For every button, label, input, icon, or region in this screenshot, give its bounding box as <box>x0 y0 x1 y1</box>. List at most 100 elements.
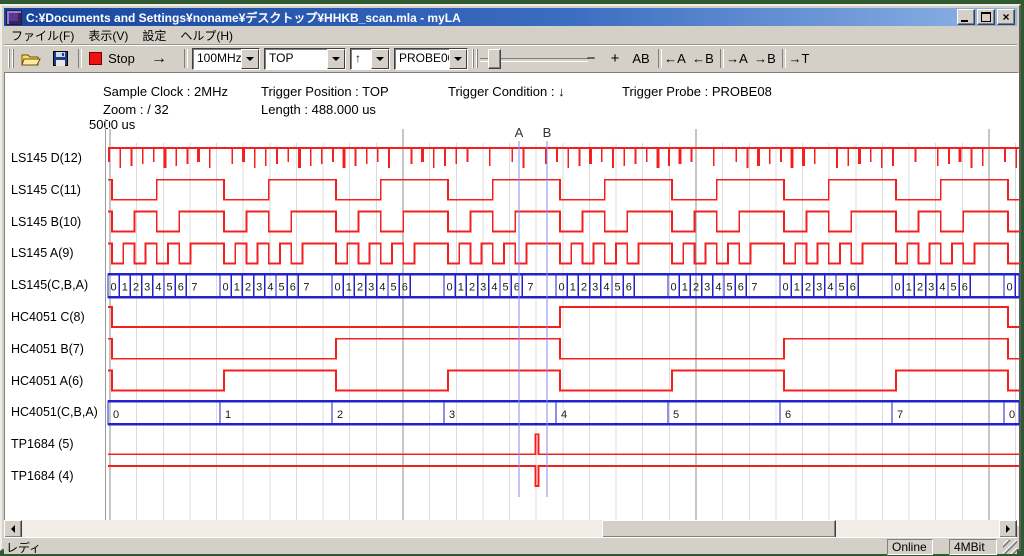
chevron-down-icon <box>454 57 462 61</box>
toolbar-grip[interactable] <box>472 49 479 68</box>
svg-text:6: 6 <box>850 282 856 294</box>
menu-view[interactable]: 表示(V) <box>81 26 135 45</box>
status-online-badge: Online <box>887 539 933 555</box>
stop-button[interactable]: Stop <box>86 48 138 69</box>
svg-text:0: 0 <box>559 282 565 294</box>
combo-drop-button[interactable] <box>241 49 259 69</box>
svg-text:3: 3 <box>144 282 150 294</box>
save-button[interactable] <box>48 48 72 69</box>
combo-drop-button[interactable] <box>327 49 345 69</box>
cursor-b-label[interactable]: B <box>543 125 552 140</box>
maximize-button[interactable] <box>977 9 995 25</box>
menu-file[interactable]: ファイル(F) <box>4 26 81 45</box>
svg-text:4: 4 <box>939 282 945 294</box>
scrollbar-thumb[interactable] <box>602 520 836 538</box>
goto-cursor-a-button[interactable]: ←A <box>662 48 688 69</box>
ab-label: AB <box>632 51 649 66</box>
combo-drop-button[interactable] <box>371 49 389 69</box>
close-button[interactable]: × <box>997 9 1015 25</box>
scroll-right-icon <box>1006 525 1010 533</box>
signal-label-7[interactable]: HC4051 B(7) <box>11 342 84 356</box>
signal-label-9[interactable]: HC4051(C,B,A) <box>11 405 98 419</box>
svg-text:0: 0 <box>783 282 789 294</box>
stop-label: Stop <box>108 51 135 66</box>
grid-layer <box>110 129 1016 521</box>
svg-text:1: 1 <box>682 282 688 294</box>
svg-text:4: 4 <box>491 282 497 294</box>
resize-grip[interactable] <box>1003 540 1017 554</box>
svg-text:4: 4 <box>603 282 609 294</box>
signal-label-5[interactable]: LS145(C,B,A) <box>11 278 88 292</box>
svg-text:4: 4 <box>155 282 161 294</box>
svg-text:0: 0 <box>111 282 117 294</box>
app-icon[interactable] <box>6 10 22 25</box>
window-title: C:¥Documents and Settings¥noname¥デスクトップ¥… <box>26 9 955 26</box>
open-button[interactable] <box>18 48 44 69</box>
trigger-probe-combo[interactable]: PROBE00 <box>394 48 468 70</box>
close-icon: × <box>1002 12 1009 22</box>
signal-label-10[interactable]: TP1684 (5) <box>11 437 74 451</box>
horizontal-scrollbar[interactable] <box>4 520 1017 537</box>
cursor-layer <box>519 141 547 497</box>
zoom-slider-thumb[interactable] <box>488 49 501 69</box>
svg-text:7: 7 <box>897 409 903 421</box>
svg-text:6: 6 <box>626 282 632 294</box>
svg-text:6: 6 <box>178 282 184 294</box>
svg-text:1: 1 <box>346 282 352 294</box>
set-cursor-a-button[interactable]: →A <box>724 48 750 69</box>
status-bar: レディ Online 4MBit <box>4 537 1017 554</box>
svg-text:4: 4 <box>561 409 567 421</box>
svg-text:6: 6 <box>290 282 296 294</box>
signal-label-4[interactable]: LS145 A(9) <box>11 246 74 260</box>
svg-text:3: 3 <box>592 282 598 294</box>
signal-label-8[interactable]: HC4051 A(6) <box>11 374 83 388</box>
svg-text:6: 6 <box>738 282 744 294</box>
svg-text:5: 5 <box>279 282 285 294</box>
zoom-out-button[interactable]: − <box>580 48 602 69</box>
signal-label-2[interactable]: LS145 C(11) <box>11 183 81 197</box>
svg-text:5: 5 <box>167 282 173 294</box>
single-step-button[interactable]: → <box>144 48 174 69</box>
status-capacity-badge: 4MBit <box>949 539 997 555</box>
toolbar-separator <box>184 49 188 68</box>
goto-trigger-button[interactable]: →T <box>786 48 812 69</box>
sample-clock-value: 100MHz <box>193 49 241 69</box>
cursor-a-label[interactable]: A <box>515 125 524 140</box>
zoom-in-button[interactable]: + <box>604 48 626 69</box>
title-bar[interactable]: C:¥Documents and Settings¥noname¥デスクトップ¥… <box>4 8 1017 26</box>
minimize-button[interactable] <box>957 9 975 25</box>
trigger-edge-combo[interactable]: ↑ <box>350 48 390 70</box>
toolbar-grip[interactable] <box>8 49 15 68</box>
save-floppy-icon <box>53 51 68 66</box>
svg-text:1: 1 <box>906 282 912 294</box>
waveform-canvas[interactable]: 0123456701234567012345601234567012345601… <box>107 127 1021 525</box>
scroll-left-button[interactable] <box>4 520 22 538</box>
svg-text:5: 5 <box>727 282 733 294</box>
toolbar-separator <box>78 49 82 68</box>
set-cursor-b-button[interactable]: →B <box>752 48 778 69</box>
svg-text:3: 3 <box>816 282 822 294</box>
goto-cursor-b-button[interactable]: ←B <box>690 48 716 69</box>
svg-text:0: 0 <box>223 282 229 294</box>
sample-clock-combo[interactable]: 100MHz <box>192 48 260 70</box>
minus-icon: − <box>587 50 596 67</box>
menu-help[interactable]: ヘルプ(H) <box>173 26 240 45</box>
signal-label-11[interactable]: TP1684 (4) <box>11 469 74 483</box>
signal-label-6[interactable]: HC4051 C(8) <box>11 310 85 324</box>
svg-text:1: 1 <box>122 282 128 294</box>
combo-drop-button[interactable] <box>449 49 467 69</box>
svg-text:0: 0 <box>1007 282 1013 294</box>
signal-label-3[interactable]: LS145 B(10) <box>11 215 81 229</box>
svg-text:7: 7 <box>303 282 309 294</box>
zoom-info: Zoom : / 32 <box>103 102 169 117</box>
svg-text:5: 5 <box>839 282 845 294</box>
zoom-ab-button[interactable]: AB <box>628 48 654 69</box>
trigger-position-combo[interactable]: TOP <box>264 48 346 70</box>
length-info: Length : 488.000 us <box>261 102 376 117</box>
signal-label-1[interactable]: LS145 D(12) <box>11 151 82 165</box>
menu-settings[interactable]: 設定 <box>135 26 173 45</box>
svg-text:0: 0 <box>1009 409 1015 421</box>
scroll-right-button[interactable] <box>999 520 1017 538</box>
svg-text:2: 2 <box>337 409 343 421</box>
trigger-probe-info: Trigger Probe : PROBE08 <box>622 84 772 99</box>
